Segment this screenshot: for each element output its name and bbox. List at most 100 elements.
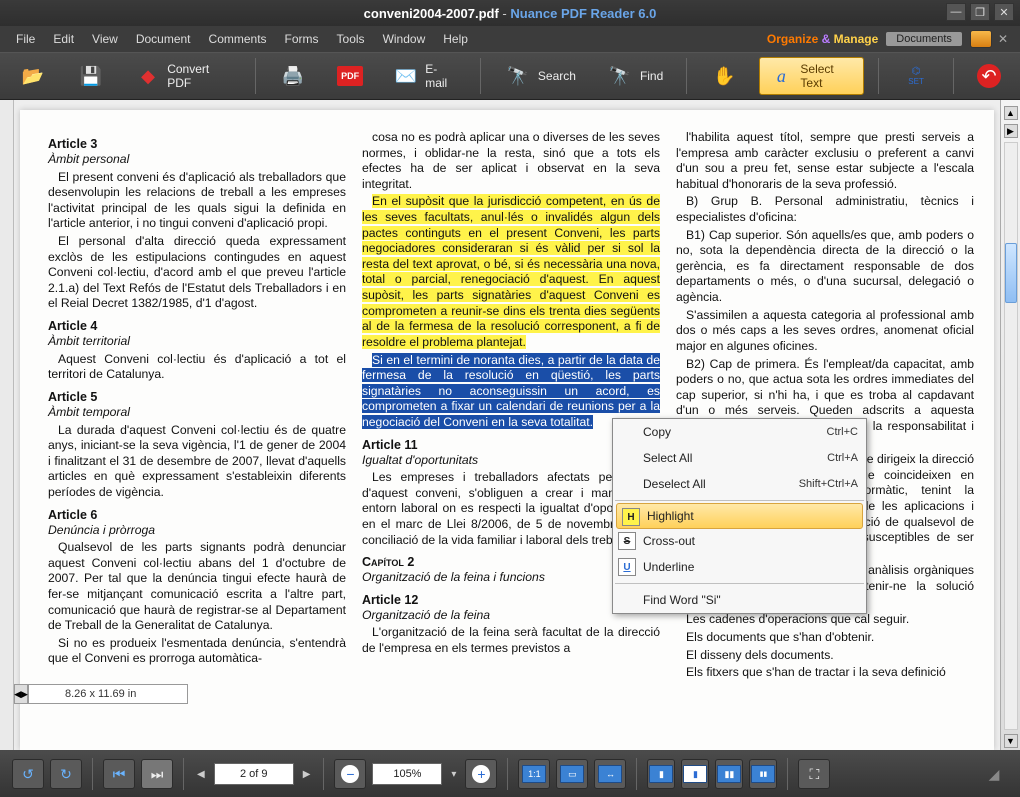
fit-width-button[interactable]: ↔ [594,759,626,789]
vertical-scrollbar[interactable]: ▲ ▶ ▼ [1000,100,1020,750]
menu-comments[interactable]: Comments [201,29,275,49]
convert-icon: ◆ [135,63,161,89]
set-icon: ⌬SET [902,63,930,89]
undo-button[interactable]: ↶ [968,59,1010,93]
window-appname: Nuance PDF Reader 6.0 [510,6,656,21]
paragraph: Les cadenes d'operacions que cal seguir. [676,612,974,628]
panel-close-icon[interactable]: ✕ [994,32,1012,46]
highlight-icon: H [622,508,640,526]
documents-button[interactable]: Documents [886,32,962,46]
minimize-button[interactable]: — [946,3,966,21]
paragraph: Si no es produeix l'esmentada denúncia, … [48,636,346,667]
print-button[interactable]: 🖨️ [270,58,316,94]
menu-tools[interactable]: Tools [329,29,373,49]
paragraph: Els documents que s'han d'obtenir. [676,630,974,646]
facing-button[interactable]: ▮▮ [715,759,743,789]
search-button[interactable]: 🔭Search [495,58,585,94]
highlighted-text: En el supòsit que la jurisdicció compete… [362,194,660,350]
email-icon: ✉️ [393,63,419,89]
paragraph: B1) Cap superior. Són aquells/es que, am… [676,228,974,306]
first-page-button[interactable]: ⏮ [103,759,135,789]
save-button[interactable]: 💾 [68,58,114,94]
menu-edit[interactable]: Edit [45,29,82,49]
scroll-thumb[interactable] [1005,243,1017,303]
scroll-right-arrow[interactable]: ▶ [1004,124,1018,138]
convert-pdf-button[interactable]: ◆Convert PDF [126,57,241,95]
zoom-out-button[interactable]: − [334,759,366,789]
context-select-all[interactable]: Select AllCtrl+A [613,445,866,471]
fullscreen-button[interactable]: ⛶ [798,759,830,789]
pdf-button[interactable]: PDF [328,61,372,91]
menu-forms[interactable]: Forms [277,29,327,49]
single-page-button[interactable]: ▮ [647,759,675,789]
prev-record-button[interactable]: ⏭ [141,759,173,789]
subtitle-a4: Àmbit territorial [48,334,346,350]
rotate-right-icon: ↻ [60,766,72,783]
close-button[interactable]: ✕ [994,3,1014,21]
context-deselect-all[interactable]: Deselect AllShift+Ctrl+A [613,471,866,497]
paragraph: Els fitxers que s'han de tractar i la se… [676,665,974,681]
select-text-button[interactable]: aSelect Text [759,57,864,95]
zoom-out-icon: − [341,765,359,783]
paragraph: Aquest Conveni col·lectiu és d'aplicació… [48,352,346,383]
crossout-icon: S [618,532,636,550]
zoom-input[interactable] [372,763,442,785]
find-label: Find [640,69,663,83]
context-find-word[interactable]: Find Word "Si" [613,587,866,613]
paragraph: S'assimilen a aquesta categoria al profe… [676,308,974,355]
scroll-down-arrow[interactable]: ▼ [1004,734,1018,748]
window-filename: conveni2004-2007.pdf [364,6,499,21]
scroll-up-arrow[interactable]: ▲ [1004,106,1018,120]
actual-size-button[interactable]: 1:1 [518,759,550,789]
titlebar: conveni2004-2007.pdf - Nuance PDF Reader… [0,0,1020,26]
context-crossout[interactable]: SCross-out [613,528,866,554]
next-page-arrow[interactable]: ▶ [300,769,314,780]
prev-record-icon: ⏭ [151,766,164,783]
organize-manage-label: Organize & Manage [767,32,878,46]
prev-page-arrow[interactable]: ◀ [194,769,208,780]
menu-help[interactable]: Help [435,29,476,49]
set-button[interactable]: ⌬SET [893,58,939,94]
hand-icon: ✋ [710,63,738,89]
context-highlight[interactable]: HHighlight [616,503,863,529]
fit-page-button[interactable]: ▭ [556,759,588,789]
print-icon: 🖨️ [279,63,307,89]
resize-grip[interactable]: ◢ [980,759,1008,789]
open-button[interactable]: 📂 [10,58,56,94]
paragraph: El present conveni és d'aplicació als tr… [48,170,346,232]
page-number-input[interactable] [214,763,294,785]
zoom-in-button[interactable]: + [465,759,497,789]
subtitle-a5: Àmbit temporal [48,405,346,421]
paragraph: El disseny dels documents. [676,648,974,664]
zoom-dropdown-arrow[interactable]: ▾ [448,769,459,780]
scroll-track[interactable] [1004,142,1018,730]
heading-article-5: Article 5 [48,389,346,405]
find-button[interactable]: 🔭Find [597,58,672,94]
paragraph: B) Grup B. Personal administratiu, tècni… [676,194,974,225]
heading-article-4: Article 4 [48,318,346,334]
continuous-button[interactable]: ▮ [681,759,709,789]
menu-document[interactable]: Document [128,29,199,49]
actual-size-icon: 1:1 [522,765,546,783]
cube-icon[interactable] [970,30,992,48]
fit-width-icon: ↔ [598,765,622,783]
email-button[interactable]: ✉️E-mail [384,57,466,95]
fullscreen-icon: ⛶ [810,766,820,783]
continuous-facing-button[interactable]: ▮▮ [749,759,777,789]
context-copy[interactable]: CopyCtrl+C [613,419,866,445]
context-underline[interactable]: UUnderline [613,554,866,580]
menu-view[interactable]: View [84,29,126,49]
binoculars-icon: 🔭 [504,63,532,89]
page-size-display: 8.26 x 11.69 in [28,684,188,704]
hand-tool-button[interactable]: ✋ [701,58,747,94]
first-page-icon: ⏮ [113,766,126,783]
maximize-button[interactable]: ❐ [970,3,990,21]
horiz-scroll-handle[interactable]: ◀▶ [14,684,28,704]
rotate-right-button[interactable]: ↻ [50,759,82,789]
rotate-left-button[interactable]: ↺ [12,759,44,789]
menu-window[interactable]: Window [375,29,434,49]
menu-file[interactable]: File [8,29,43,49]
paragraph: La durada d'aquest Conveni col·lectiu és… [48,423,346,501]
zoom-in-icon: + [472,765,490,783]
text-select-icon: a [768,63,794,89]
